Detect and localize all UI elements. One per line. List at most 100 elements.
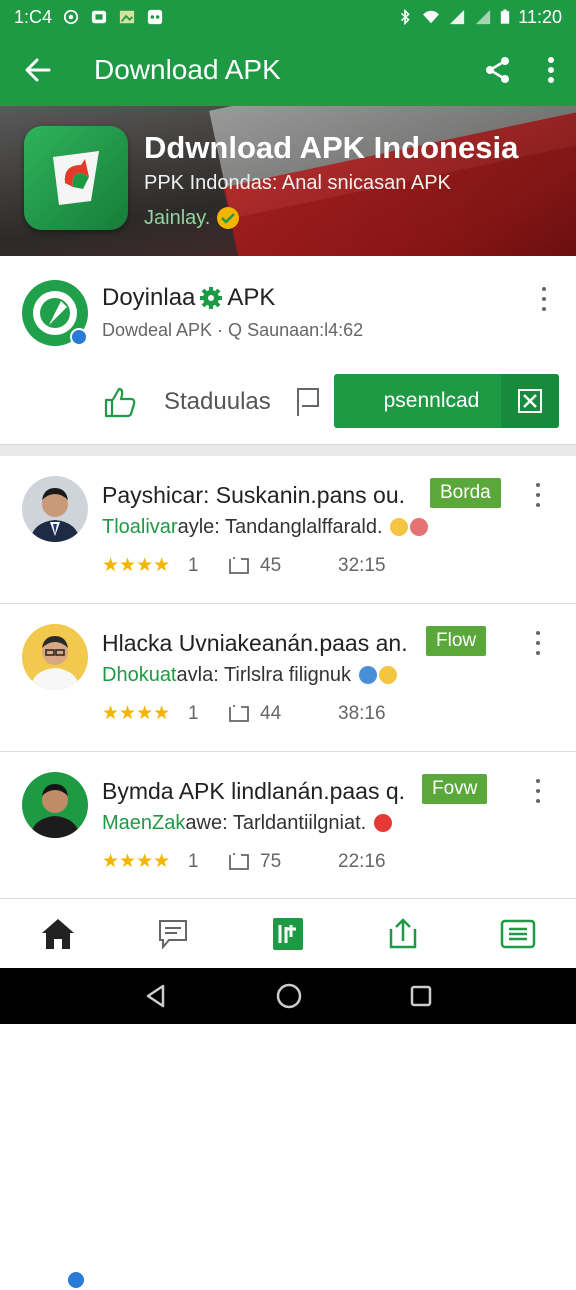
back-button[interactable] xyxy=(0,34,76,106)
feed-tag[interactable]: Flow xyxy=(426,626,487,656)
feed-title: Payshicar: Suskanin.pans ou. xyxy=(102,482,406,508)
feed-time: 32:15 xyxy=(338,555,386,576)
publisher-badge-icon xyxy=(70,328,88,346)
thumbs-up-icon[interactable] xyxy=(102,384,138,420)
feed-stats: ★★★★ 1 75 22:16 xyxy=(102,850,482,874)
star-rating-icon: ★★★★ xyxy=(102,555,171,576)
close-download-button[interactable] xyxy=(501,374,559,428)
feed-avatar[interactable] xyxy=(22,624,88,690)
nav-chat[interactable] xyxy=(115,899,230,968)
apps-icon xyxy=(273,917,303,950)
feed-tag[interactable]: Borda xyxy=(430,478,501,508)
comment-icon xyxy=(229,853,249,870)
feed-item[interactable]: Bymda APK lindlanán.paas q. Fovw MaenZak… xyxy=(0,752,576,900)
feed-subtitle: Tloalivarayle: Tandanglalffarald. xyxy=(102,516,429,539)
notification-app-icon xyxy=(91,10,107,24)
page-title: Download APK xyxy=(94,54,281,85)
back-arrow-icon xyxy=(25,58,51,82)
comment-count: 75 xyxy=(260,851,282,872)
emoji-person-icon xyxy=(358,666,377,684)
hero-title: Ddwnload APK Indonesia xyxy=(144,130,519,165)
publisher-avatar[interactable] xyxy=(22,280,88,346)
feed-more-button[interactable] xyxy=(528,480,548,510)
verified-badge-icon xyxy=(66,1270,86,1290)
rating-count: 1 xyxy=(188,851,199,872)
publisher-actions: Staduulas psennlcad xyxy=(0,374,576,430)
download-button[interactable]: psennlcad xyxy=(334,374,559,428)
person-avatar-icon xyxy=(22,772,88,838)
battery-icon xyxy=(501,9,510,24)
list-icon xyxy=(501,919,536,948)
flag-icon[interactable] xyxy=(294,386,324,418)
close-box-icon xyxy=(518,389,542,413)
feed-sub-rest: awe: Tarldantiilgniat. xyxy=(185,812,367,834)
feed-avatar[interactable] xyxy=(22,772,88,838)
bluetooth-icon xyxy=(401,9,411,25)
status-time-right: 11:20 xyxy=(518,6,562,27)
feed-item[interactable]: Hlacka Uvniakeanán.paas an. Flow Dhokuat… xyxy=(0,604,576,1290)
feed-more-button[interactable] xyxy=(528,628,548,658)
app-bar: Download APK xyxy=(0,34,576,106)
notification-image-icon xyxy=(119,10,135,24)
hero-banner: Ddwnload APK Indonesia PPK Indondas: Ana… xyxy=(0,106,576,256)
nav-upload[interactable] xyxy=(346,899,461,968)
publisher-name-part1: Doyinlaa xyxy=(102,284,196,311)
feed-title: Hlacka Uvniakeanán.paas an. xyxy=(102,630,408,656)
feed-avatar[interactable] xyxy=(22,476,88,542)
sys-home-icon[interactable] xyxy=(275,982,303,1010)
share-button[interactable] xyxy=(470,34,526,106)
feed-sub-rest: ayle: Tandanglalffarald. xyxy=(177,516,383,538)
notification-circle-icon xyxy=(63,9,79,25)
publisher-name-part2: APK xyxy=(227,284,276,311)
nav-apps[interactable] xyxy=(230,899,345,968)
rating-count: 1 xyxy=(188,555,199,576)
rating-count: 1 xyxy=(188,703,199,724)
feed-sub-lead: MaenZak xyxy=(102,812,186,834)
comment-count: 44 xyxy=(260,703,282,724)
feed-tag[interactable]: Fovw xyxy=(422,774,488,804)
emoji-face-icon xyxy=(410,518,429,536)
comment-icon xyxy=(229,705,249,722)
chat-icon xyxy=(158,919,187,950)
person-avatar-icon xyxy=(22,476,88,542)
sys-recents-icon[interactable] xyxy=(409,984,433,1008)
stat-label: Staduulas xyxy=(164,388,271,415)
feed-more-button[interactable] xyxy=(528,776,548,806)
system-navigation xyxy=(0,968,576,1024)
hero-subtitle: PPK Indondas: Anal snicasan APK xyxy=(144,172,451,194)
publisher-name: Doyinlaa APK xyxy=(102,284,275,312)
status-time-left: 1:C4 xyxy=(14,6,53,27)
emoji-face-icon xyxy=(378,666,397,684)
status-bar: 1:C4 11:20 xyxy=(0,0,576,34)
emoji-laugh-icon xyxy=(390,518,409,536)
hero-tag-label: Jainlay. xyxy=(144,206,211,229)
feed-time: 38:16 xyxy=(338,703,386,724)
publisher-more-button[interactable] xyxy=(534,284,554,314)
signal-icon xyxy=(450,9,465,25)
feed-subtitle: Dhokuatavla: Tirlslra filignuk xyxy=(102,664,397,687)
nav-list[interactable] xyxy=(461,899,576,968)
signal-icon-2 xyxy=(476,9,491,25)
publisher-card: Doyinlaa APK Dowdeal APK · Q Saunaan:l4:… xyxy=(0,256,576,446)
wifi-icon xyxy=(423,10,440,24)
sys-back-icon[interactable] xyxy=(143,983,169,1009)
feed-sub-rest: avla: Tirlslra filignuk xyxy=(176,664,352,686)
person-avatar-icon xyxy=(22,624,88,690)
home-icon xyxy=(41,918,74,949)
bottom-navigation xyxy=(0,898,576,968)
feed-sub-lead: Tloalivar xyxy=(102,516,178,538)
feed-stats: ★★★★ 1 45 32:15 xyxy=(102,554,482,578)
publisher-meta: Dowdeal APK · Q Saunaan:l4:62 xyxy=(102,320,364,340)
overflow-menu-button[interactable] xyxy=(526,34,576,106)
emoji-face-icon xyxy=(373,814,392,832)
feed-subtitle: MaenZakawe: Tarldantiilgniat. xyxy=(102,812,392,835)
star-rating-icon: ★★★★ xyxy=(102,851,171,872)
feed-sub-lead: Dhokuat xyxy=(102,664,177,686)
comment-icon xyxy=(229,557,249,574)
comment-count: 45 xyxy=(260,555,282,576)
nav-home[interactable] xyxy=(0,899,115,968)
hero-tag: Jainlay. xyxy=(144,206,240,230)
app-icon xyxy=(24,126,128,230)
feed-item[interactable]: Payshicar: Suskanin.pans ou. Borda Tloal… xyxy=(0,456,576,604)
gear-badge-icon xyxy=(200,287,223,309)
